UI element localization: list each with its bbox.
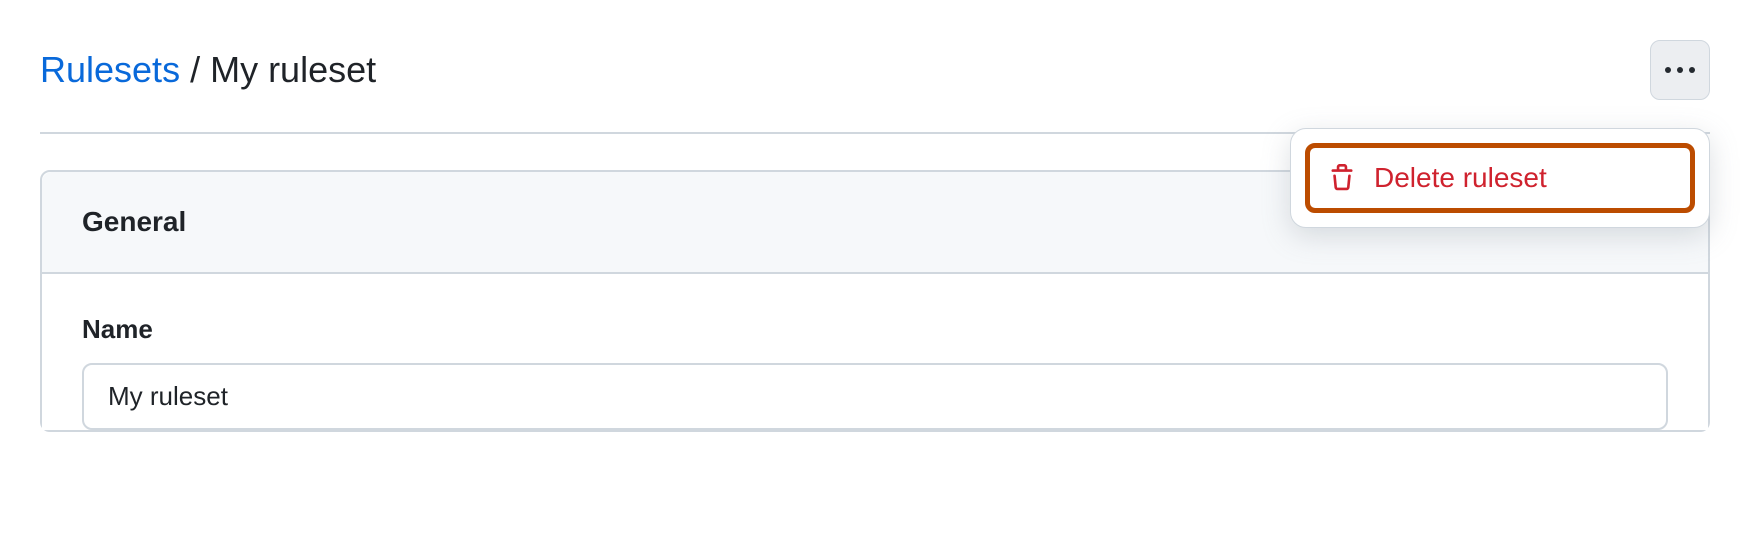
page-header: Rulesets / My ruleset <box>0 0 1750 132</box>
breadcrumb-root-link[interactable]: Rulesets <box>40 49 180 91</box>
delete-ruleset-label: Delete ruleset <box>1374 162 1547 194</box>
kebab-icon <box>1665 67 1671 73</box>
kebab-icon <box>1677 67 1683 73</box>
delete-ruleset-menu-item[interactable]: Delete ruleset <box>1305 143 1695 213</box>
more-actions-button[interactable] <box>1650 40 1710 100</box>
ruleset-name-input[interactable] <box>82 363 1668 430</box>
trash-icon <box>1328 164 1356 192</box>
breadcrumb: Rulesets / My ruleset <box>40 49 376 91</box>
kebab-icon <box>1689 67 1695 73</box>
breadcrumb-current: My ruleset <box>210 49 376 91</box>
actions-menu-popup: Delete ruleset <box>1290 128 1710 228</box>
breadcrumb-separator: / <box>190 49 200 91</box>
name-field-label: Name <box>82 314 1668 345</box>
panel-body: Name <box>42 274 1708 430</box>
